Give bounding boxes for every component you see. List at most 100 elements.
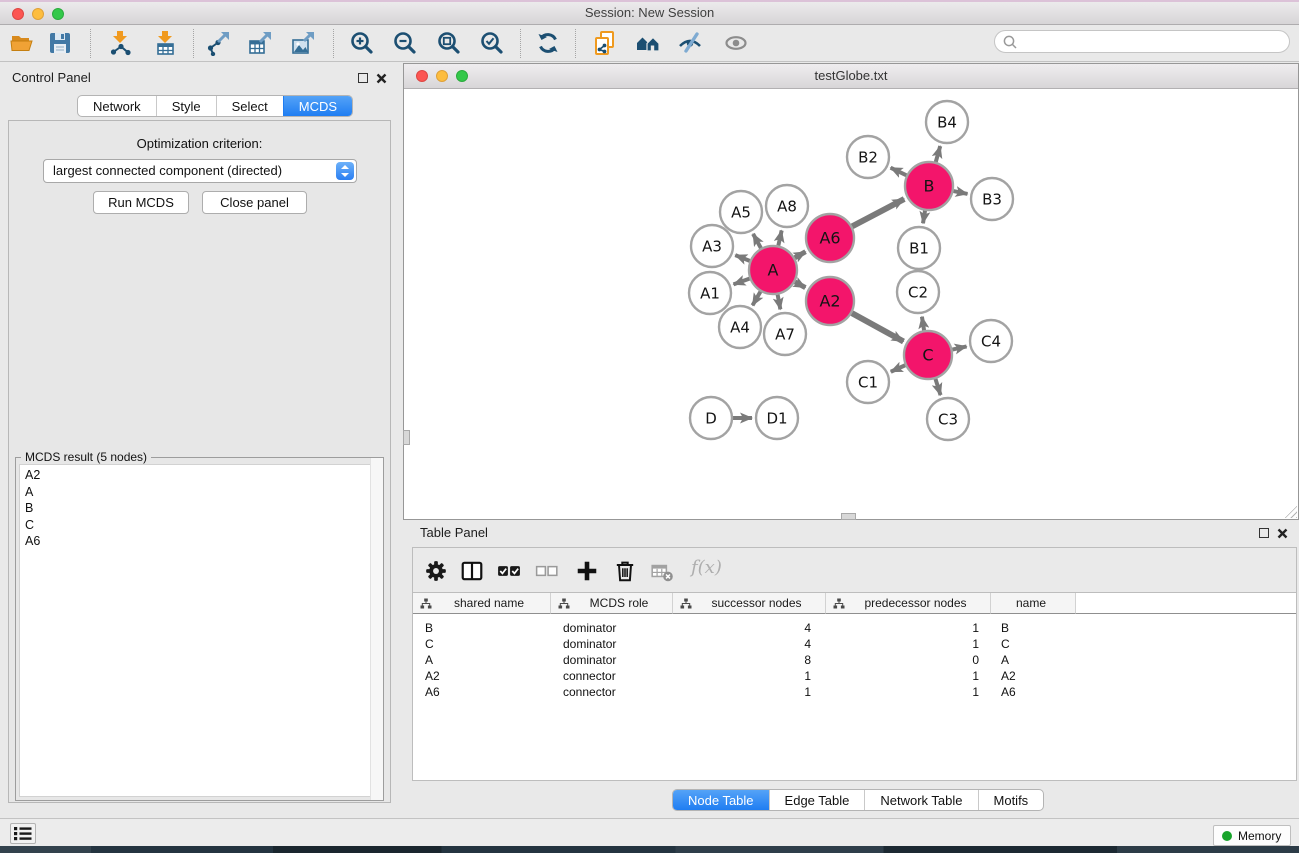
search-field[interactable]: [994, 30, 1290, 53]
table-tab-edge-table[interactable]: Edge Table: [769, 790, 865, 810]
import-network-icon[interactable]: [107, 30, 133, 56]
graph-node-C4[interactable]: C4: [970, 320, 1012, 362]
graph-node-B2[interactable]: B2: [847, 136, 889, 178]
apply-layout-icon[interactable]: [535, 30, 561, 56]
tab-network[interactable]: Network: [78, 96, 156, 116]
graph-edge-A-A2[interactable]: [795, 282, 805, 288]
graph-edge-A2-C[interactable]: [852, 313, 904, 341]
graph-node-A4[interactable]: A4: [719, 306, 761, 348]
close-table-panel-icon[interactable]: [1277, 528, 1288, 539]
mcds-result-list[interactable]: A2ABCA6: [19, 464, 380, 797]
table-row[interactable]: A2connector11A2: [413, 668, 1296, 684]
splitter-handle-bottom[interactable]: [841, 513, 856, 520]
delete-table-icon[interactable]: [650, 559, 674, 583]
table-row[interactable]: Cdominator41C: [413, 636, 1296, 652]
graph-node-A1[interactable]: A1: [689, 272, 731, 314]
tab-mcds[interactable]: MCDS: [283, 96, 352, 116]
graph-node-A[interactable]: A: [749, 246, 797, 294]
graph-edge-A-A3[interactable]: [735, 255, 749, 261]
table-tab-node-table[interactable]: Node Table: [673, 790, 769, 810]
graph-edge-C-C2[interactable]: [922, 317, 924, 331]
hide-selected-icon[interactable]: [677, 30, 703, 56]
open-session-icon[interactable]: [9, 30, 35, 56]
column-header-successor-nodes[interactable]: successor nodes: [673, 593, 826, 614]
graph-node-B4[interactable]: B4: [926, 101, 968, 143]
graph-node-A5[interactable]: A5: [720, 191, 762, 233]
graph-edge-B-B1[interactable]: [923, 211, 925, 224]
save-session-icon[interactable]: [47, 30, 73, 56]
graph-edge-A-A6[interactable]: [795, 252, 806, 258]
tab-select[interactable]: Select: [216, 96, 283, 116]
export-image-icon[interactable]: [290, 30, 316, 56]
zoom-in-icon[interactable]: [349, 30, 375, 56]
graph-edge-B-B3[interactable]: [953, 191, 967, 194]
graph-edge-A-A1[interactable]: [733, 279, 749, 285]
mcds-result-item[interactable]: B: [20, 500, 379, 517]
table-row[interactable]: A6connector11A6: [413, 684, 1296, 700]
float-table-panel-icon[interactable]: [1259, 528, 1269, 538]
add-column-icon[interactable]: [575, 559, 599, 583]
mcds-result-item[interactable]: A: [20, 484, 379, 501]
select-all-columns-icon[interactable]: [497, 559, 521, 583]
graph-node-B[interactable]: B: [905, 162, 953, 210]
graph-node-A3[interactable]: A3: [691, 225, 733, 267]
graph-node-A7[interactable]: A7: [764, 313, 806, 355]
zoom-out-icon[interactable]: [392, 30, 418, 56]
graph-node-C2[interactable]: C2: [897, 271, 939, 313]
show-hidden-icon[interactable]: [723, 30, 749, 56]
mcds-result-item[interactable]: A6: [20, 533, 379, 550]
graph-node-C3[interactable]: C3: [927, 398, 969, 440]
float-panel-icon[interactable]: [358, 73, 368, 83]
zoom-selected-icon[interactable]: [479, 30, 505, 56]
search-input[interactable]: [1021, 32, 1281, 51]
zoom-fit-icon[interactable]: [436, 30, 462, 56]
export-network-icon[interactable]: [205, 30, 231, 56]
delete-column-icon[interactable]: [613, 559, 637, 583]
graph-node-D[interactable]: D: [690, 397, 732, 439]
mcds-result-item[interactable]: C: [20, 517, 379, 534]
splitter-handle-left[interactable]: [403, 430, 410, 445]
graph-edge-A-A5[interactable]: [753, 234, 761, 248]
graph-edge-B-B2[interactable]: [891, 168, 907, 176]
graph-edge-C-C1[interactable]: [891, 365, 905, 371]
mcds-result-scrollbar[interactable]: [370, 458, 383, 800]
deselect-all-columns-icon[interactable]: [535, 559, 559, 583]
graph-node-B1[interactable]: B1: [898, 227, 940, 269]
criterion-dropdown[interactable]: largest connected component (directed): [43, 159, 357, 183]
graph-edge-C-C4[interactable]: [952, 346, 966, 349]
graph-node-B3[interactable]: B3: [971, 178, 1013, 220]
graph-node-C[interactable]: C: [904, 331, 952, 379]
network-home-icon[interactable]: [635, 30, 661, 56]
mcds-result-item[interactable]: A2: [20, 465, 379, 484]
column-header-predecessor-nodes[interactable]: predecessor nodes: [826, 593, 991, 614]
network-window-titlebar[interactable]: testGlobe.txt: [404, 64, 1298, 89]
column-layout-icon[interactable]: [460, 559, 484, 583]
column-header-name[interactable]: name: [991, 593, 1076, 614]
graph-edge-A-A4[interactable]: [753, 292, 761, 306]
graph-edge-A-A8[interactable]: [778, 230, 781, 245]
table-row[interactable]: Adominator80A: [413, 652, 1296, 668]
table-tab-motifs[interactable]: Motifs: [978, 790, 1044, 810]
graph-node-A6[interactable]: A6: [806, 214, 854, 262]
export-table-icon[interactable]: [247, 30, 273, 56]
close-panel-icon[interactable]: [376, 73, 387, 84]
graph-node-A2[interactable]: A2: [806, 277, 854, 325]
macos-titlebar[interactable]: Session: New Session: [0, 0, 1299, 25]
column-header-shared-name[interactable]: shared name: [413, 593, 551, 614]
graph-edge-A-A7[interactable]: [778, 295, 781, 310]
table-tab-network-table[interactable]: Network Table: [864, 790, 977, 810]
function-builder-icon[interactable]: f(x): [691, 557, 722, 578]
import-table-icon[interactable]: [152, 30, 178, 56]
column-header-mcds-role[interactable]: MCDS role: [551, 593, 673, 614]
network-canvas[interactable]: B4 B2 B B3 A8A5 A6 A3 B1 A C2 A1 A2 A4A7 C4 C C1 C3 D D1: [404, 89, 1298, 519]
table-settings-icon[interactable]: [424, 559, 448, 583]
task-history-button[interactable]: [10, 823, 36, 844]
graph-node-D1[interactable]: D1: [756, 397, 798, 439]
duplicate-network-icon[interactable]: [592, 30, 618, 56]
graph-edge-C-C3[interactable]: [935, 379, 940, 395]
graph-node-C1[interactable]: C1: [847, 361, 889, 403]
graph-edge-A6-B[interactable]: [852, 199, 904, 226]
graph-node-A8[interactable]: A8: [766, 185, 808, 227]
close-panel-button[interactable]: Close panel: [202, 191, 307, 214]
run-mcds-button[interactable]: Run MCDS: [93, 191, 189, 214]
